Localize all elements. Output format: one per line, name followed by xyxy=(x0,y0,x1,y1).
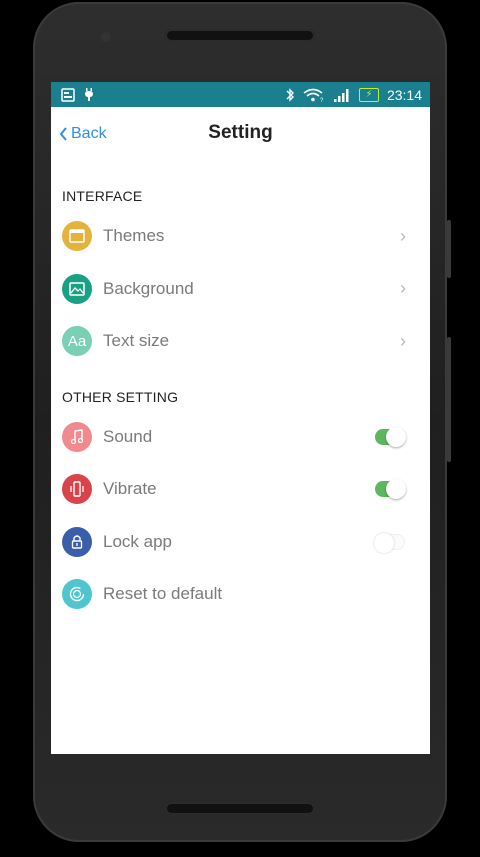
notification-icon xyxy=(61,87,75,102)
music-note-icon xyxy=(62,421,92,452)
settings-item-label: Lock app xyxy=(103,531,172,551)
settings-item-label: Sound xyxy=(103,426,153,446)
chevron-right-icon: › xyxy=(400,225,406,246)
settings-item-label: Text size xyxy=(103,331,170,351)
text-size-icon: Aa xyxy=(62,326,92,357)
settings-item-sound[interactable]: Sound xyxy=(51,411,430,464)
sound-toggle[interactable] xyxy=(375,426,406,447)
settings-item-label: Background xyxy=(103,278,194,298)
settings-item-vibrate[interactable]: Vibrate xyxy=(51,463,430,516)
lock-app-toggle[interactable] xyxy=(374,532,405,553)
settings-item-label: Reset to default xyxy=(103,584,223,604)
lock-icon xyxy=(62,526,92,557)
battery-charging-icon: ⚡ xyxy=(358,87,379,102)
signal-icon xyxy=(333,88,351,102)
vibrate-toggle[interactable] xyxy=(375,479,406,500)
status-time: 23:14 xyxy=(386,86,422,103)
chevron-right-icon: › xyxy=(400,278,406,299)
themes-icon xyxy=(62,221,92,252)
settings-item-lock-app[interactable]: Lock app xyxy=(51,516,430,569)
svg-text:?: ? xyxy=(320,98,324,102)
settings-item-label: Vibrate xyxy=(103,479,157,499)
wifi-icon: ? xyxy=(303,88,325,102)
settings-item-label: Themes xyxy=(103,226,165,246)
section-title-interface: INTERFACE xyxy=(62,188,143,204)
settings-item-reset[interactable]: Reset to default xyxy=(51,568,430,621)
usb-debug-icon xyxy=(83,87,95,102)
reset-icon xyxy=(62,579,92,610)
background-icon xyxy=(62,273,92,304)
toggle-knob xyxy=(374,532,394,553)
toggle-knob xyxy=(386,479,406,500)
toggle-knob xyxy=(386,426,406,447)
settings-item-text-size[interactable]: Aa Text size › xyxy=(51,315,430,368)
section-title-other-setting: OTHER SETTING xyxy=(62,388,179,405)
chevron-right-icon: › xyxy=(400,330,406,351)
settings-item-themes[interactable]: Themes › xyxy=(51,210,430,263)
volume-button xyxy=(447,337,451,462)
app-bar: Back Setting xyxy=(51,107,430,159)
bottom-speaker xyxy=(165,802,315,815)
settings-item-background[interactable]: Background › xyxy=(51,263,430,316)
bluetooth-icon xyxy=(285,87,295,102)
page-title: Setting xyxy=(208,122,273,143)
top-speaker xyxy=(165,29,315,42)
phone-vibrate-icon xyxy=(62,474,92,505)
front-camera xyxy=(101,32,111,42)
power-button xyxy=(447,220,451,278)
screen: ? ⚡ 23:14 Back Setting INTERFACE Themes … xyxy=(51,82,430,754)
status-bar: ? ⚡ 23:14 xyxy=(51,82,430,107)
